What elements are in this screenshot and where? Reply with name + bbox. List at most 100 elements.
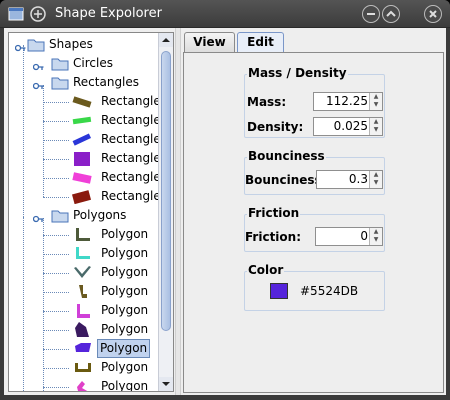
tree-node-polygon[interactable]: Polygon [43,301,165,320]
tree-node-rectangle[interactable]: Rectangle [43,130,165,149]
window-title: Shape Expolorer [55,6,162,21]
folder-icon [27,38,45,52]
tree-node-rectangles[interactable]: Rectangles [31,73,165,92]
expand-key-icon[interactable] [32,59,44,71]
main-content: Shapes Circles Rectangles Rectangle Rect… [4,28,446,395]
tree-node-polygon[interactable]: Polygon [43,225,165,244]
rectangle-shape-icon [72,96,92,108]
mass-increment-button[interactable]: ▲ [370,93,382,101]
mass-value[interactable]: 112.25 [326,93,368,110]
tree-node-rectangle[interactable]: Rectangle [43,92,165,111]
friction-label: Friction: [245,230,302,244]
bounciness-value[interactable]: 0.3 [349,171,368,188]
mass-density-group: Mass / Density Mass: 112.25 ▲ ▼ Density: … [244,66,385,138]
friction-group: Friction Friction: 0 ▲ ▼ [244,206,385,252]
tree-node-polygon[interactable]: Polygon [43,320,165,339]
expand-key-icon[interactable] [32,211,44,223]
expand-key-icon[interactable] [14,40,26,52]
folder-icon [51,76,69,90]
tree-label: Polygon [101,265,149,279]
add-window-icon[interactable] [30,6,46,22]
scroll-up-button[interactable] [159,33,173,47]
mass-label: Mass: [247,95,287,109]
tree-node-rectangle[interactable]: Rectangle [43,149,165,168]
tree-label: Polygon [101,360,149,374]
group-title: Mass / Density [247,66,348,80]
title-bar[interactable]: Shape Expolorer [0,0,450,28]
density-spinner[interactable]: 0.025 ▲ ▼ [313,117,383,136]
density-decrement-button[interactable]: ▼ [370,126,382,134]
tree-node-polygons[interactable]: Polygons [31,206,165,225]
folder-icon [51,57,69,71]
polygon-shape-icon [79,285,87,298]
maximize-icon [386,10,396,17]
density-value[interactable]: 0.025 [334,118,368,135]
tree-node-rectangle[interactable]: Rectangle [43,168,165,187]
maximize-button[interactable] [382,5,400,23]
friction-decrement-button[interactable]: ▼ [370,236,382,244]
tree-label: Polygon [101,227,149,241]
bounciness-decrement-button[interactable]: ▼ [370,179,382,187]
polygon-shape-icon [75,343,91,352]
rectangle-shape-icon [74,152,90,166]
tree-line [23,217,24,391]
group-title: Bounciness [247,149,326,163]
polygon-shape-icon [77,381,88,391]
tree-node-polygon[interactable]: Polygon [43,282,165,301]
tree-node-rectangle[interactable]: Rectangle [43,187,165,206]
friction-increment-button[interactable]: ▲ [370,228,382,236]
tab-edit[interactable]: Edit [237,32,284,53]
tab-view[interactable]: View [184,32,235,53]
polygon-shape-icon [74,266,91,278]
tree-label: Rectangle [101,113,161,127]
bounciness-increment-button[interactable]: ▲ [370,171,382,179]
tree-node-polygon[interactable]: Polygon [43,263,165,282]
tree-label: Polygon [97,339,151,358]
mass-spinner[interactable]: 112.25 ▲ ▼ [313,92,383,111]
tree-node-circles[interactable]: Circles [31,54,165,73]
app-window: Shape Expolorer Shapes Circles Rectangle… [0,0,450,400]
tree-label: Rectangle [101,151,161,165]
polygon-shape-icon [76,247,90,259]
scrollbar-thumb[interactable] [161,51,171,331]
tree-label: Polygon [101,322,149,336]
tree-node-polygon[interactable]: Polygon [43,358,165,377]
tree-label: Rectangles [73,75,140,89]
arrow-down-icon [162,382,170,386]
tree-vertical-scrollbar[interactable] [158,33,173,391]
minimize-button[interactable] [362,5,380,23]
expand-key-icon[interactable] [32,78,44,90]
bounciness-spinner[interactable]: 0.3 ▲ ▼ [316,170,383,189]
tree-label: Polygon [101,303,149,317]
polygon-shape-icon [75,363,91,372]
color-swatch[interactable] [270,283,288,299]
friction-spinner[interactable]: 0 ▲ ▼ [315,227,383,246]
scroll-down-button[interactable] [159,377,173,391]
tree-node-polygon-selected[interactable]: Polygon [43,339,165,358]
close-icon [429,10,437,18]
tree-node-rectangle[interactable]: Rectangle [43,111,165,130]
tree-label: Polygon [101,246,149,260]
tree-node-polygon[interactable]: Polygon [43,244,165,263]
polygon-shape-icon [77,304,90,318]
tree-label: Rectangle [101,170,161,184]
close-button[interactable] [424,5,442,23]
density-increment-button[interactable]: ▲ [370,118,382,126]
friction-value[interactable]: 0 [360,228,368,245]
mass-decrement-button[interactable]: ▼ [370,101,382,109]
tree-label: Circles [73,56,113,70]
split-pane-divider[interactable] [175,28,181,395]
tree-node-shapes[interactable]: Shapes [14,35,165,54]
tree-node-polygon[interactable]: Polygon [43,377,165,392]
polygon-shape-icon [75,322,89,337]
minimize-icon [367,13,375,15]
rectangle-shape-icon [72,172,92,184]
shape-tree[interactable]: Shapes Circles Rectangles Rectangle Rect… [8,32,174,392]
tree-label: Polygon [101,379,149,392]
tree-label: Rectangle [101,189,161,203]
tree-label: Shapes [49,37,93,51]
rectangle-shape-icon [72,133,92,146]
tree-label: Rectangle [101,132,161,146]
window-icon [8,6,24,22]
edit-panel: Mass / Density Mass: 112.25 ▲ ▼ Density: … [183,52,444,393]
